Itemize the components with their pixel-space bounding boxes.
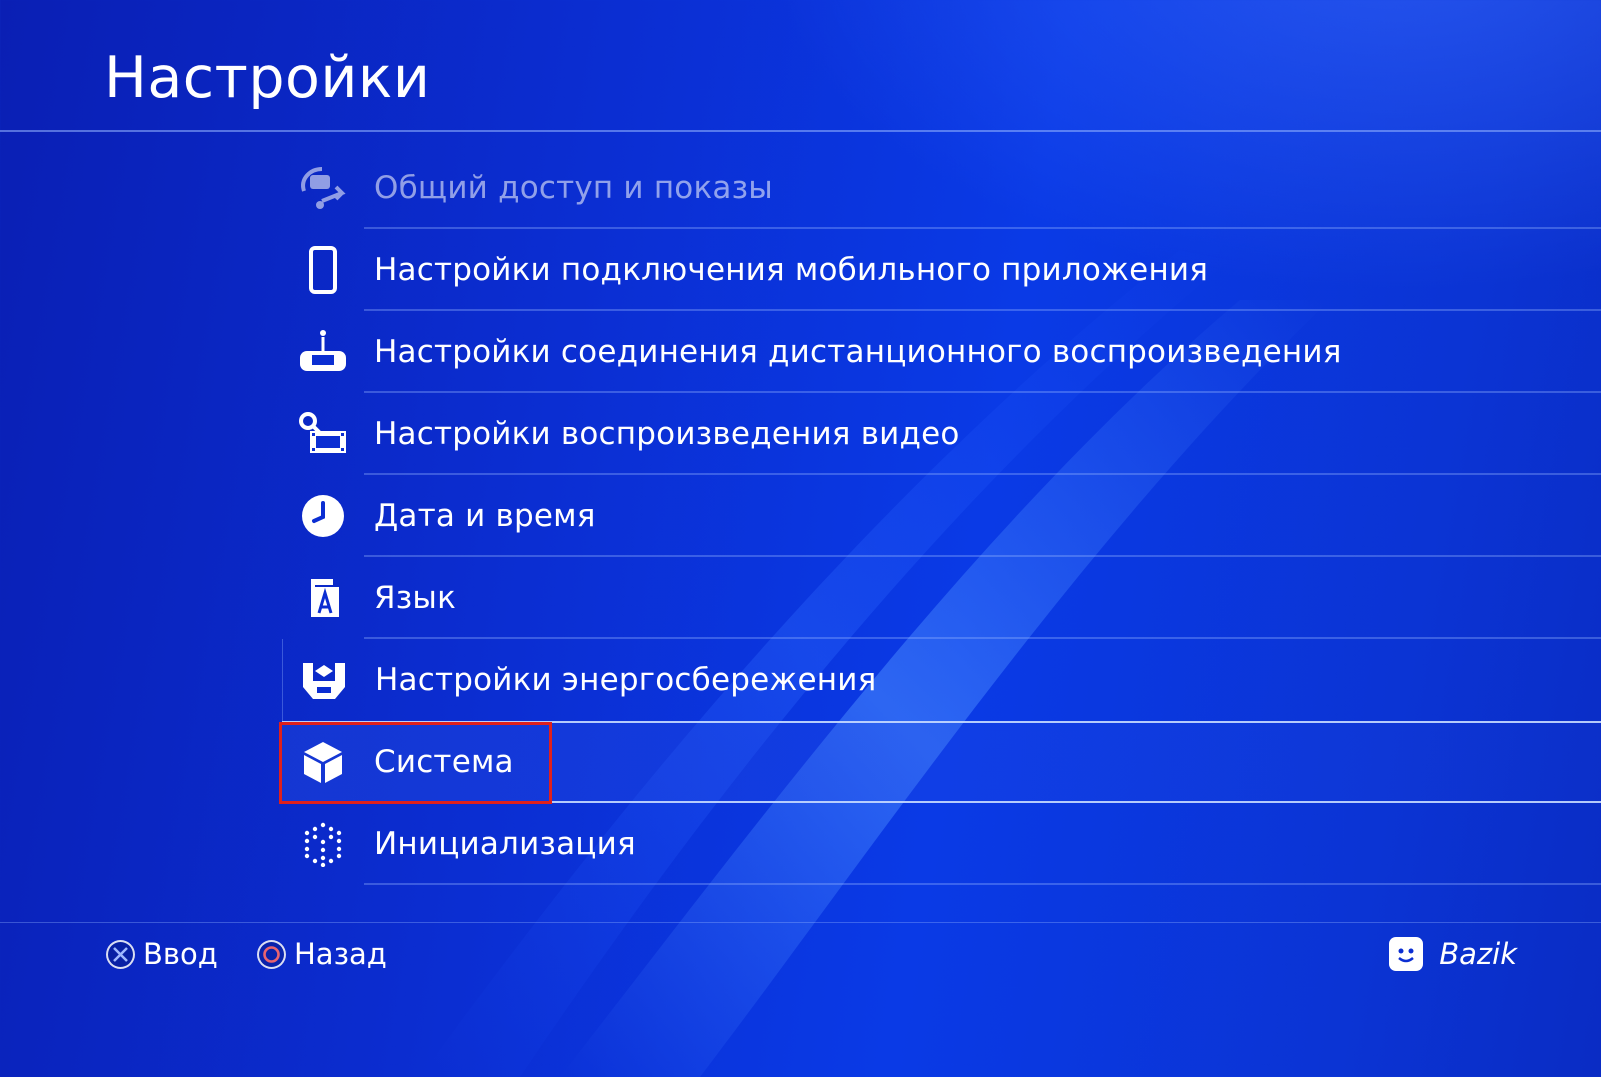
user-avatar-icon — [1389, 937, 1424, 971]
circle-button-icon — [257, 939, 286, 969]
share-broadcast-icon — [296, 162, 350, 214]
row-divider — [364, 883, 1601, 885]
menu-item-sharing[interactable]: Общий доступ и показы — [282, 147, 1601, 229]
menu-item-initialization[interactable]: Инициализация — [282, 803, 1601, 885]
back-button[interactable]: Назад — [257, 930, 387, 978]
menu-item-video-playback[interactable]: Настройки воспроизведения видео — [282, 393, 1601, 475]
menu-item-label: Настройки энергосбережения — [375, 662, 877, 698]
footer-bar: Ввод Назад Bazik — [0, 922, 1601, 992]
menu-item-label: Дата и время — [374, 498, 596, 534]
menu-item-label: Настройки соединения дистанционного восп… — [374, 334, 1342, 370]
smartphone-icon — [296, 244, 350, 296]
annotation-highlight-box — [279, 722, 552, 804]
page-title: Настройки — [104, 45, 431, 111]
menu-item-date-time[interactable]: Дата и время — [282, 475, 1601, 557]
video-settings-icon — [296, 408, 350, 460]
user-name: Bazik — [1439, 937, 1517, 971]
cross-button-icon — [106, 939, 135, 969]
enter-button[interactable]: Ввод — [106, 930, 218, 978]
initialization-icon — [296, 818, 350, 870]
menu-item-label: Общий доступ и показы — [374, 170, 773, 206]
menu-item-remote-play[interactable]: Настройки соединения дистанционного восп… — [282, 311, 1601, 393]
language-icon — [296, 572, 350, 624]
back-label: Назад — [294, 937, 387, 971]
remote-play-icon — [296, 326, 350, 378]
power-save-icon — [297, 654, 351, 706]
clock-icon — [296, 490, 350, 542]
menu-item-mobile-app[interactable]: Настройки подключения мобильного приложе… — [282, 229, 1601, 311]
menu-item-label: Язык — [374, 580, 457, 616]
menu-item-label: Инициализация — [374, 826, 636, 862]
menu-item-label: Настройки подключения мобильного приложе… — [374, 252, 1209, 288]
user-profile: Bazik — [1389, 930, 1517, 978]
menu-item-language[interactable]: Язык — [282, 557, 1601, 639]
menu-item-label: Настройки воспроизведения видео — [374, 416, 960, 452]
enter-label: Ввод — [143, 937, 218, 971]
menu-item-power-save[interactable]: Настройки энергосбережения — [282, 639, 1601, 721]
header-divider — [0, 130, 1601, 132]
